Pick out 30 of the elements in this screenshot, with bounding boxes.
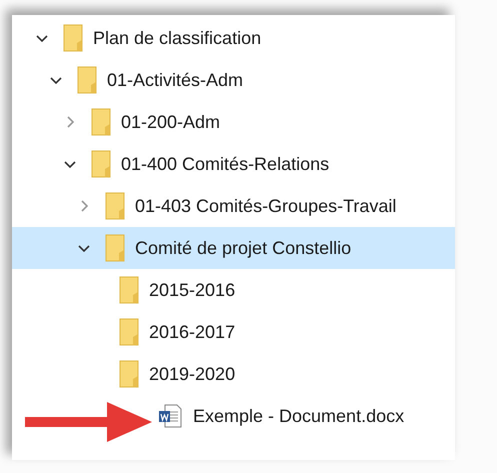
tree-item[interactable]: 2019-2020 — [12, 353, 455, 395]
item-label: 2016-2017 — [149, 322, 236, 342]
tree-item[interactable]: Plan de classification — [12, 17, 455, 59]
tree-item[interactable]: 01-Activités-Adm — [12, 59, 455, 101]
folder-icon — [91, 108, 111, 136]
item-label: 2015-2016 — [149, 280, 236, 300]
folder-icon — [119, 276, 139, 304]
word-document-icon — [157, 403, 183, 429]
tree-item[interactable]: 2015-2016 — [12, 269, 455, 311]
tree-item[interactable]: 01-200-Adm — [12, 101, 455, 143]
folder-icon — [105, 192, 125, 220]
item-label: 2019-2020 — [149, 364, 236, 384]
folder-icon — [77, 66, 97, 94]
item-label: 01-403 Comités-Groupes-Travail — [135, 196, 396, 216]
item-label: Comité de projet Constellio — [135, 238, 352, 258]
item-label: 01-200-Adm — [121, 112, 220, 132]
tree-item[interactable]: 2016-2017 — [12, 311, 455, 353]
tree-item[interactable]: 01-400 Comités-Relations — [12, 143, 455, 185]
item-label: 01-Activités-Adm — [107, 70, 244, 90]
tree-item[interactable]: Comité de projet Constellio — [12, 227, 455, 269]
item-label: 01-400 Comités-Relations — [121, 154, 330, 174]
folder-icon — [119, 318, 139, 346]
item-label: Plan de classification — [93, 28, 262, 48]
folder-icon — [105, 234, 125, 262]
tree-item[interactable]: 01-403 Comités-Groupes-Travail — [12, 185, 455, 227]
item-label: Exemple - Document.docx — [193, 406, 404, 426]
tree-item[interactable]: Exemple - Document.docx — [12, 395, 455, 437]
folder-icon — [91, 150, 111, 178]
folder-icon — [119, 360, 139, 388]
folder-icon — [63, 24, 83, 52]
